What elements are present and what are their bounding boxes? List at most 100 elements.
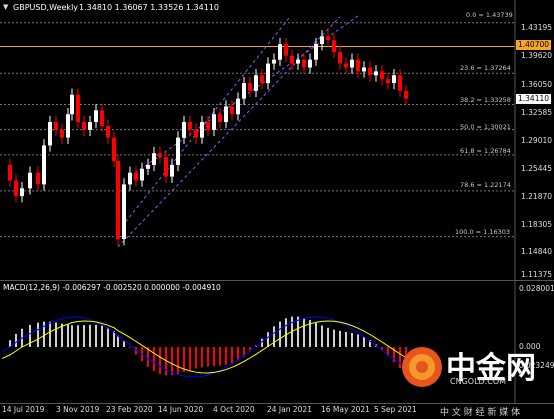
candle-body	[284, 44, 288, 56]
macd-histogram-bar	[351, 333, 353, 347]
candle-body	[122, 184, 126, 239]
macd-pane[interactable]: MACD(12,26,9) -0.006297 -0.002520 0.0000…	[0, 281, 554, 403]
channel-line	[117, 16, 341, 248]
macd-histogram-bar	[231, 347, 233, 364]
candle-body	[242, 83, 246, 99]
candle-body	[212, 114, 216, 130]
macd-axis-label: 0.028001	[519, 284, 554, 293]
candle-body	[158, 153, 162, 158]
macd-histogram-bar	[261, 338, 263, 347]
price-axis-label: 1.14840	[521, 247, 553, 256]
macd-histogram-bar	[315, 322, 317, 347]
macd-histogram-bar	[55, 322, 57, 347]
candle-body	[350, 59, 354, 68]
candle-body	[88, 122, 92, 130]
macd-histogram-bar	[195, 347, 197, 369]
time-axis: 14 Jul 2019 3 Nov 2019 23 Feb 2020 14 Ju…	[0, 403, 554, 419]
watermark-site: CNGOLD.COM	[450, 377, 507, 386]
macd-histogram-bar	[83, 325, 85, 347]
candle-body	[224, 106, 228, 123]
candle-body	[380, 71, 384, 80]
candle-body	[404, 90, 408, 99]
candle-body	[188, 122, 192, 130]
candle-body	[206, 122, 210, 130]
macd-histogram-bar	[333, 329, 335, 347]
candle-body	[42, 145, 46, 185]
candle-body	[112, 137, 116, 162]
candle-body	[392, 75, 396, 84]
macd-histogram-bar	[67, 324, 69, 347]
time-axis-label: 14 Jun 2020	[158, 405, 204, 414]
macd-histogram-bar	[71, 325, 73, 347]
price-axis-label: 1.29010	[521, 136, 553, 145]
macd-histogram-bar	[189, 347, 191, 371]
macd-histogram-bar	[219, 347, 221, 366]
candle-body	[36, 172, 40, 185]
macd-histogram-bar	[101, 325, 103, 347]
time-axis-label: 4 Oct 2020	[213, 405, 255, 414]
candle-body	[362, 67, 366, 72]
chart-symbol: GBPUSD,Weekly	[13, 3, 79, 12]
candle-body	[344, 63, 348, 68]
time-axis-label: 16 May 2021	[321, 405, 370, 414]
current-price-badge: 1.34110	[516, 94, 552, 104]
macd-histogram-bar	[285, 318, 287, 347]
candle-body	[100, 110, 104, 126]
macd-histogram-bar	[297, 316, 299, 347]
price-axis-label: 1.39620	[521, 51, 553, 60]
price-chart-pane[interactable]: ▼ GBPUSD,Weekly 1.34810 1.36067 1.33526 …	[0, 0, 554, 281]
macd-histogram-bar	[77, 325, 79, 347]
candle-body	[70, 94, 74, 115]
price-axis-label: 1.11375	[521, 270, 553, 279]
macd-histogram-bar	[49, 321, 51, 347]
candle-body	[54, 122, 58, 130]
macd-histogram-bar	[89, 324, 91, 347]
macd-histogram-bar	[159, 347, 161, 374]
candle-body	[152, 153, 156, 165]
fibo-label-38-2: 38.2 = 1.33258	[460, 96, 511, 104]
candle-body	[128, 172, 132, 185]
macd-histogram-bar	[345, 331, 347, 347]
watermark-slogan: 中 文 财 经 新 媒 体	[440, 408, 521, 418]
candle-body	[278, 44, 282, 60]
macd-histogram-bar	[15, 333, 17, 347]
candle-body	[182, 122, 186, 138]
candle-body	[60, 129, 64, 138]
candle-body	[170, 164, 174, 177]
candle-body	[338, 51, 342, 64]
price-chart-canvas[interactable]	[0, 0, 554, 280]
macd-histogram-bar	[303, 317, 305, 347]
macd-histogram-bar	[207, 347, 209, 367]
price-axis-label: 1.32585	[521, 108, 553, 117]
macd-histogram-bar	[321, 325, 323, 347]
candle-body	[374, 71, 378, 76]
candle-body	[248, 83, 252, 91]
macd-histogram-bar	[129, 347, 131, 348]
macd-histogram-bar	[213, 347, 215, 367]
fibo-label-100: 100.0 = 1.16303	[455, 228, 511, 236]
fibo-label-23-6: 23.6 = 1.37264	[460, 64, 511, 72]
candle-body	[146, 164, 150, 169]
macd-histogram-bar	[107, 327, 109, 347]
macd-histogram-bar	[339, 330, 341, 347]
price-axis-label: 1.25445	[521, 164, 553, 173]
candle-body	[326, 36, 330, 41]
cngold-logo-icon	[402, 347, 442, 387]
candle-body	[48, 122, 52, 146]
candle-body	[302, 59, 306, 68]
macd-histogram-bar	[267, 332, 269, 347]
macd-histogram-bar	[327, 327, 329, 347]
candle-body	[164, 157, 168, 177]
price-axis-label: 1.36050	[521, 80, 553, 89]
fibo-label-78-6: 78.6 = 1.22174	[460, 181, 511, 189]
candle-body	[106, 125, 110, 138]
candle-body	[194, 129, 198, 138]
candle-body	[82, 122, 86, 130]
resistance-price-badge: 1.40700	[516, 40, 552, 50]
triangle-down-icon[interactable]: ▼	[3, 3, 8, 11]
fibo-label-61-8: 61.8 = 1.26784	[460, 147, 511, 155]
candle-body	[260, 75, 264, 84]
candle-body	[76, 94, 80, 123]
macd-histogram-bar	[95, 324, 97, 347]
macd-histogram-bar	[237, 347, 239, 361]
